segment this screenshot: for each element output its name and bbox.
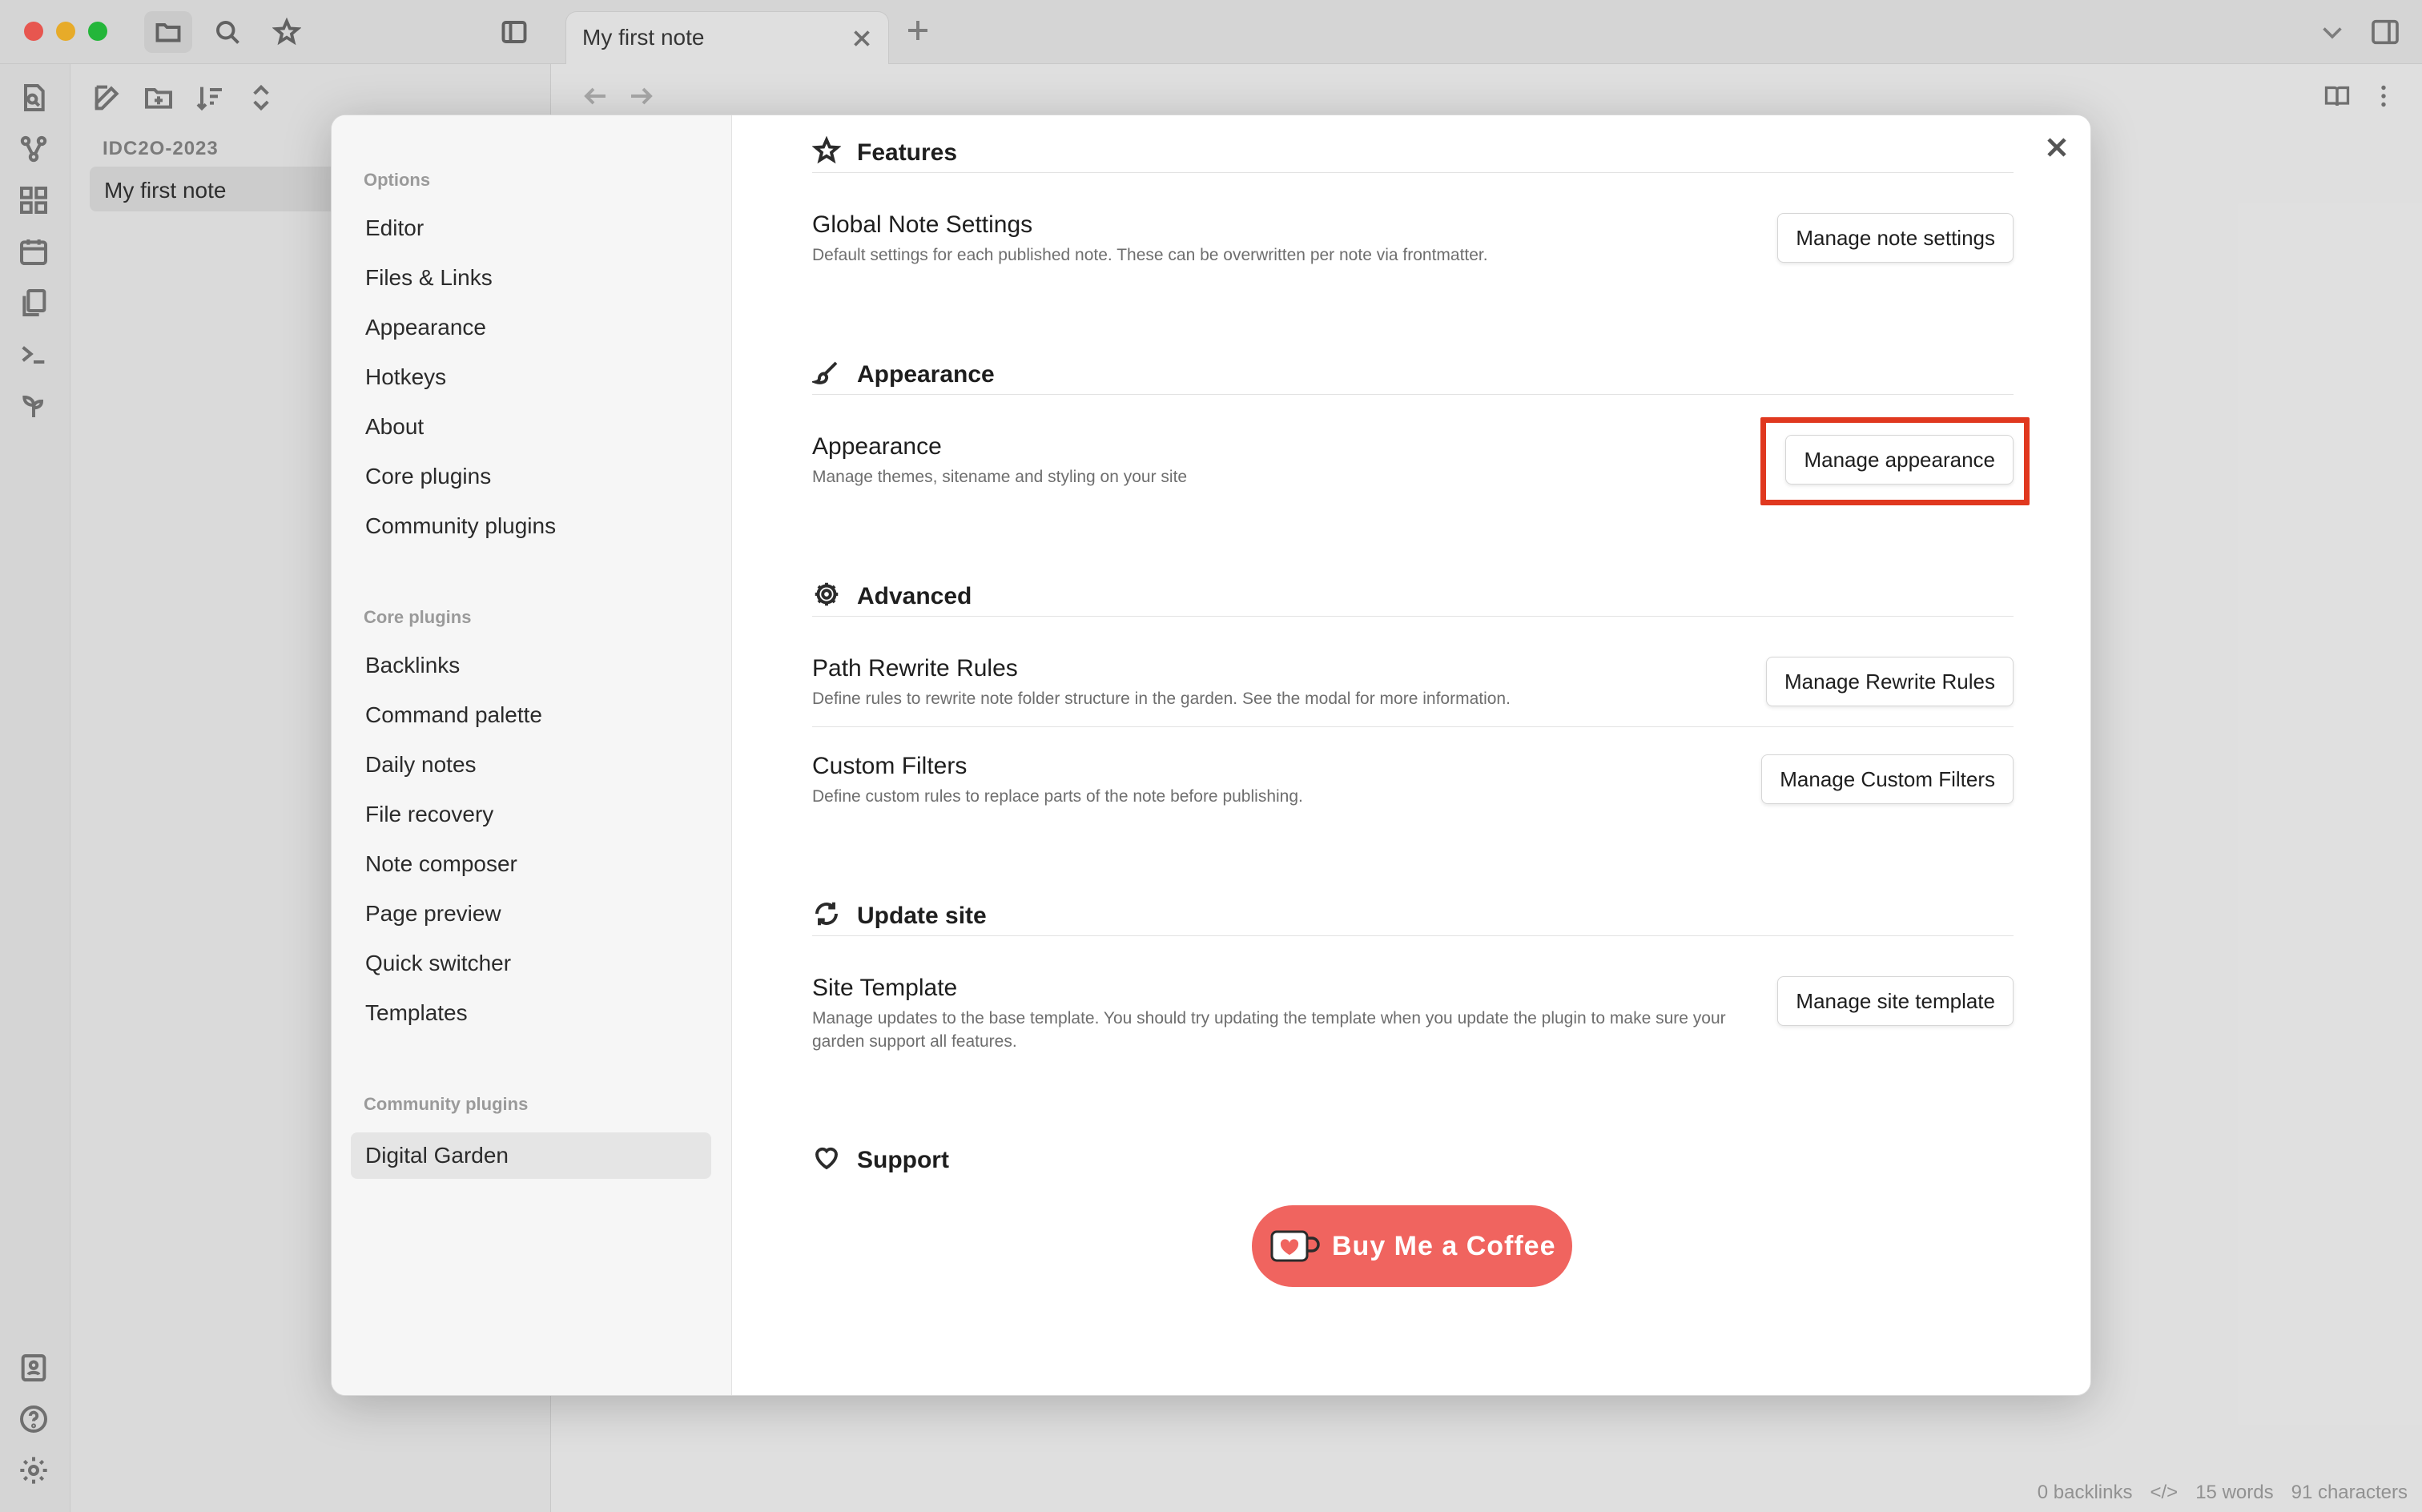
nav-core-plugins[interactable]: Core plugins — [351, 453, 711, 500]
refresh-icon — [812, 899, 841, 928]
setting-name: Site Template — [812, 975, 958, 1001]
nav-about[interactable]: About — [351, 404, 711, 450]
site-template-row: Site Template Manage updates to the base… — [812, 975, 2014, 1087]
coffee-cup-icon — [1270, 1230, 1320, 1262]
appearance-section-header: Appearance — [810, 347, 2014, 395]
community-plugins-group-title: Community plugins — [364, 1094, 529, 1114]
manage-rewrite-rules-button[interactable]: Manage Rewrite Rules — [1765, 657, 2014, 706]
nav-daily-notes[interactable]: Daily notes — [351, 742, 711, 788]
nav-hotkeys[interactable]: Hotkeys — [351, 354, 711, 400]
setting-name: Path Rewrite Rules — [812, 655, 1018, 682]
section-title: Advanced — [857, 583, 972, 609]
setting-description: Manage updates to the base template. You… — [812, 1009, 1726, 1051]
setting-description: Define rules to rewrite note folder stru… — [812, 690, 1511, 708]
nav-editor[interactable]: Editor — [351, 205, 711, 251]
update-site-section-header: Update site — [812, 888, 2014, 936]
custom-filters-row: Custom Filters Define custom rules to re… — [812, 753, 2014, 833]
nav-templates[interactable]: Templates — [351, 990, 711, 1036]
nav-backlinks[interactable]: Backlinks — [351, 642, 711, 689]
nav-command-palette[interactable]: Command palette — [351, 692, 711, 738]
setting-description: Define custom rules to replace parts of … — [812, 787, 1303, 806]
section-title: Support — [857, 1147, 949, 1173]
paintbrush-icon — [810, 358, 841, 387]
setting-name: Custom Filters — [812, 753, 968, 779]
nav-file-recovery[interactable]: File recovery — [351, 791, 711, 838]
gear-icon — [812, 580, 841, 609]
section-title: Features — [857, 139, 958, 166]
advanced-section-header: Advanced — [812, 569, 2014, 617]
nav-quick-switcher[interactable]: Quick switcher — [351, 940, 711, 987]
coffee-button-label: Buy Me a Coffee — [1332, 1230, 1556, 1261]
nav-files-links[interactable]: Files & Links — [351, 255, 711, 301]
features-section-header: Features — [811, 125, 2014, 173]
highlight-box — [1760, 417, 2030, 505]
nav-appearance[interactable]: Appearance — [351, 304, 711, 351]
setting-description: Default settings for each published note… — [812, 246, 1488, 264]
section-title: Appearance — [857, 361, 995, 388]
nav-digital-garden[interactable]: Digital Garden — [351, 1132, 711, 1179]
manage-note-settings-button[interactable]: Manage note settings — [1777, 213, 2014, 263]
settings-content: Features Global Note Settings Default se… — [810, 115, 2030, 1395]
global-note-settings-row: Global Note Settings Default settings fo… — [812, 211, 2014, 300]
manage-custom-filters-button[interactable]: Manage Custom Filters — [1761, 754, 2014, 804]
app-window: My first note IDC2O-2023 My first note 0… — [0, 0, 2422, 1512]
setting-name: Global Note Settings — [812, 211, 1033, 238]
buy-me-a-coffee-button[interactable]: Buy Me a Coffee — [1252, 1205, 1572, 1287]
section-title: Update site — [857, 903, 987, 929]
options-group-title: Options — [364, 170, 431, 190]
settings-modal: Options Editor Files & Links Appearance … — [331, 115, 2091, 1396]
heart-icon — [812, 1144, 841, 1172]
setting-name: Appearance — [812, 433, 942, 460]
nav-community-plugins[interactable]: Community plugins — [351, 503, 711, 549]
setting-description: Manage themes, sitename and styling on y… — [812, 468, 1188, 486]
nav-note-composer[interactable]: Note composer — [351, 841, 711, 887]
star-icon — [811, 135, 842, 165]
manage-site-template-button[interactable]: Manage site template — [1777, 976, 2014, 1026]
close-icon[interactable] — [2041, 131, 2073, 163]
support-section-header: Support — [812, 1132, 2014, 1180]
settings-sidebar: Options Editor Files & Links Appearance … — [332, 115, 732, 1395]
core-plugins-group-title: Core plugins — [364, 607, 472, 627]
nav-page-preview[interactable]: Page preview — [351, 891, 711, 937]
path-rewrite-rules-row: Path Rewrite Rules Define rules to rewri… — [812, 655, 2014, 727]
